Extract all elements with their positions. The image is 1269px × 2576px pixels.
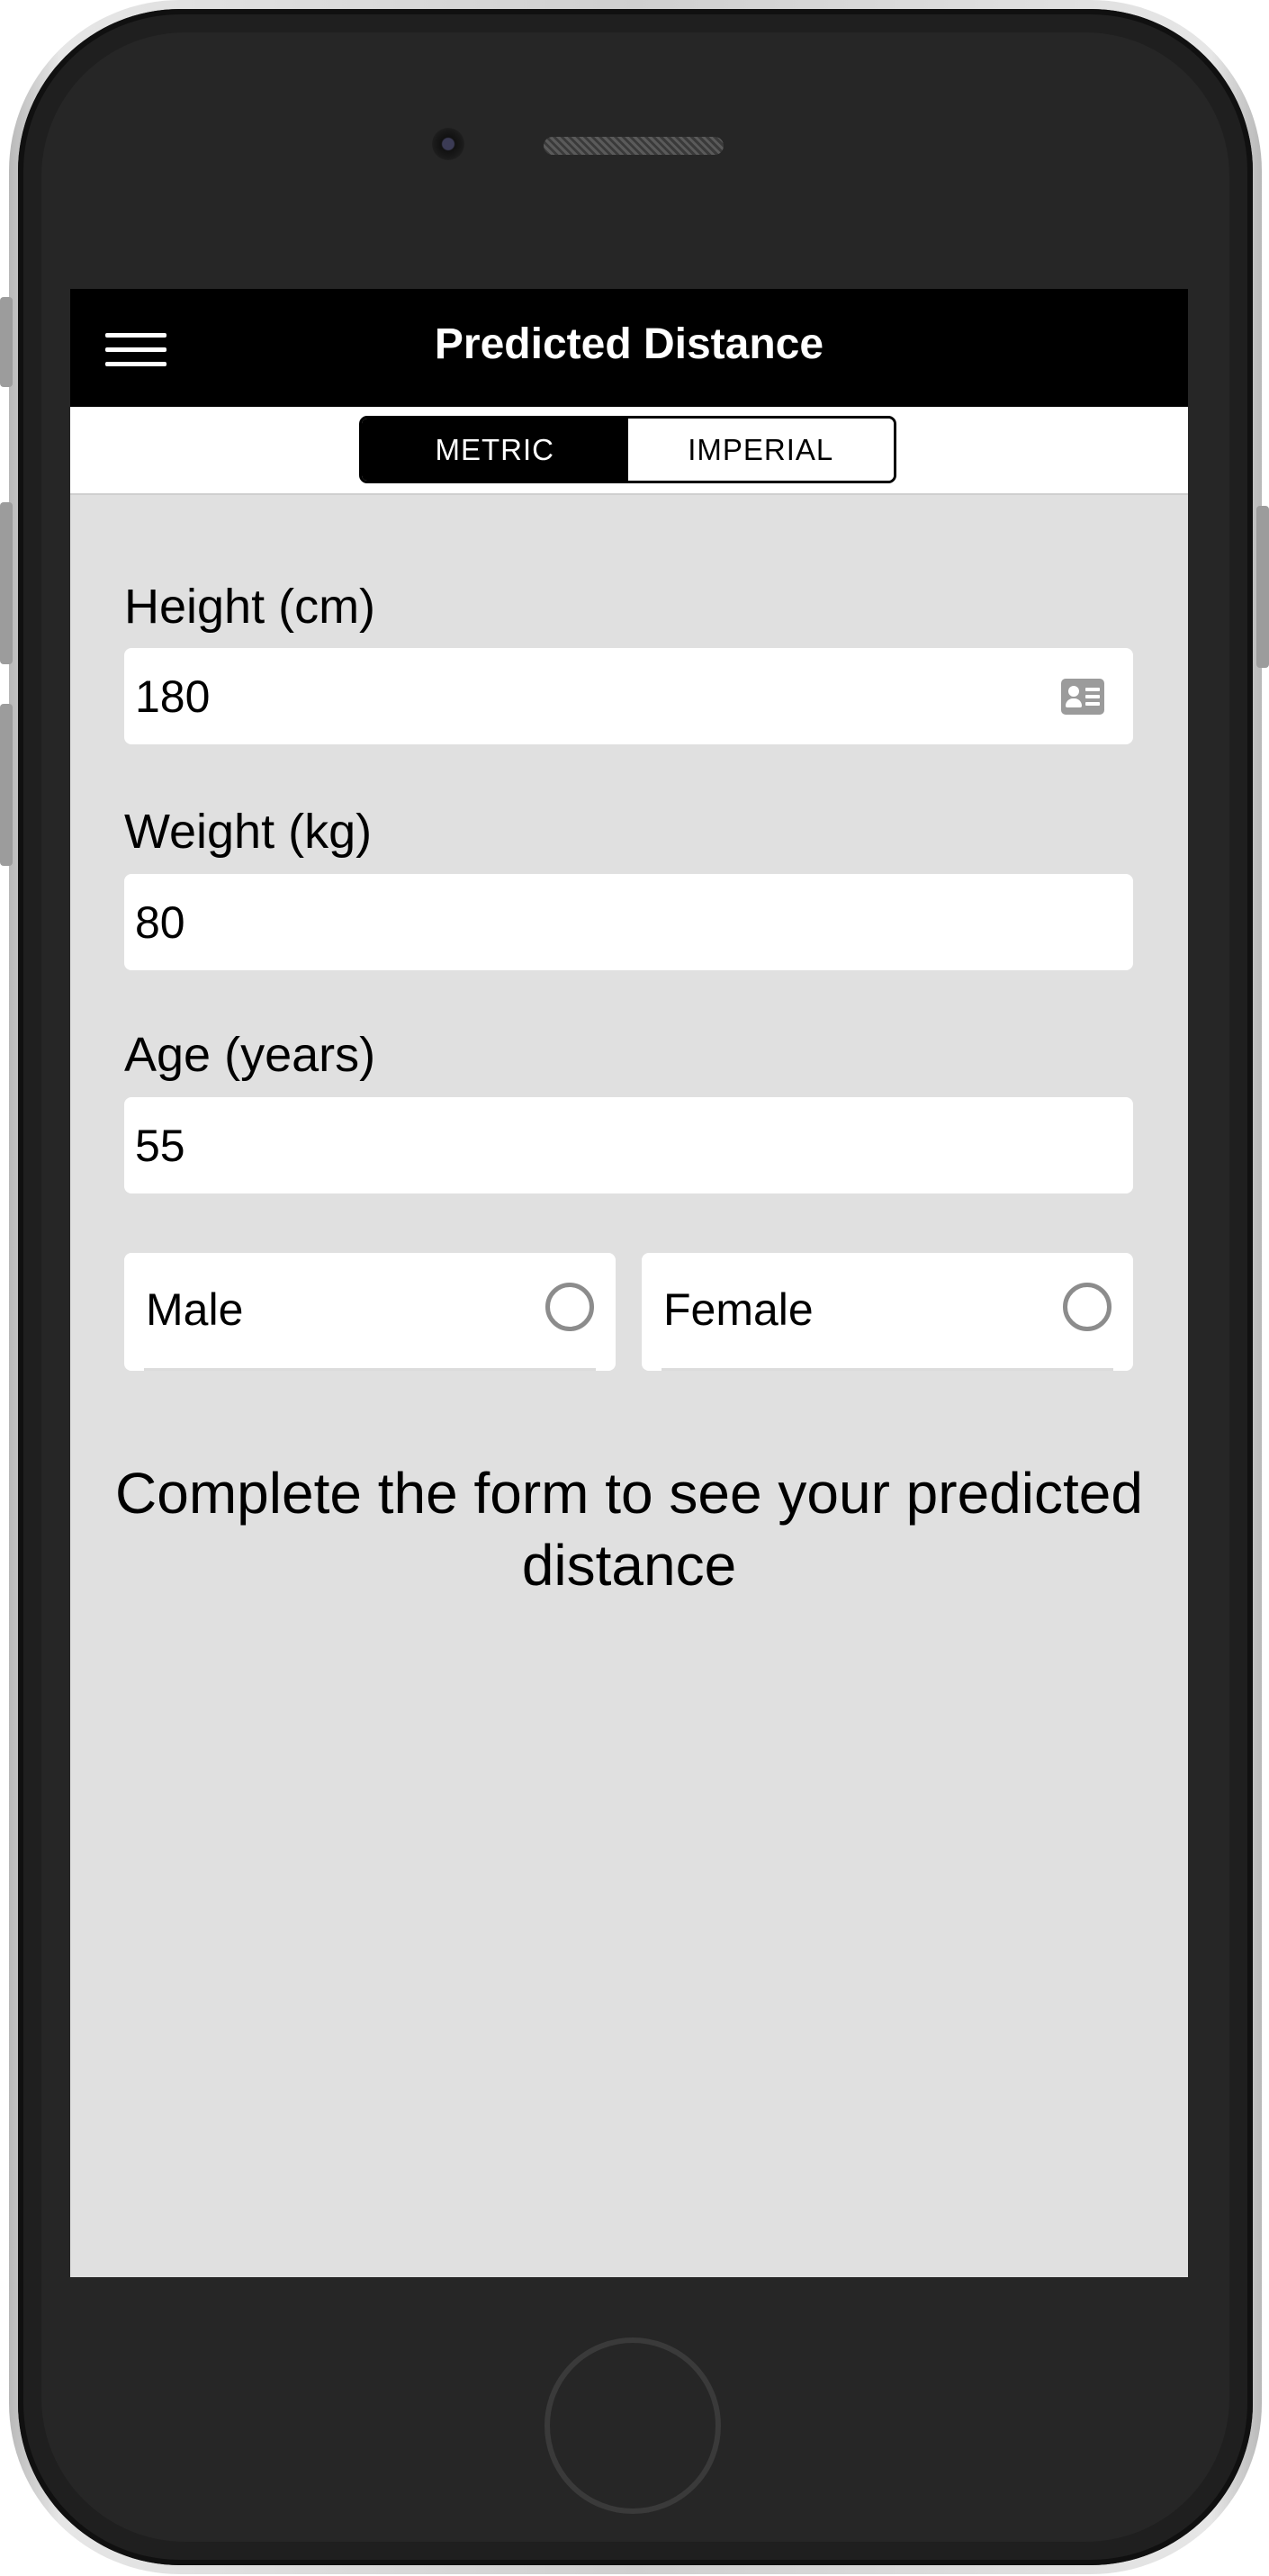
front-camera <box>432 128 464 160</box>
gender-label-female: Female <box>663 1284 814 1335</box>
weight-label: Weight (kg) <box>124 805 373 859</box>
result-message: Complete the form to see your predicted … <box>115 1461 1143 1598</box>
home-button[interactable] <box>544 2337 721 2514</box>
radio-female[interactable] <box>1063 1283 1112 1331</box>
units-toolbar: METRIC IMPERIAL <box>70 407 1188 495</box>
weight-value: 80 <box>135 896 185 948</box>
segment-metric[interactable]: METRIC <box>362 419 628 481</box>
age-value: 55 <box>135 1120 185 1171</box>
power-button <box>1256 506 1269 668</box>
segment-imperial[interactable]: IMPERIAL <box>627 419 894 481</box>
earpiece-speaker <box>544 137 724 155</box>
units-segmented-control: METRIC IMPERIAL <box>359 416 896 483</box>
height-input[interactable]: 180 <box>124 648 1133 744</box>
mute-switch <box>0 297 13 387</box>
radio-male[interactable] <box>545 1283 594 1331</box>
volume-up-button <box>0 502 13 664</box>
card-divider <box>662 1368 1113 1371</box>
app-screen: Predicted Distance METRIC IMPERIAL Heigh… <box>70 289 1188 2277</box>
gender-label-male: Male <box>146 1284 244 1335</box>
age-input[interactable]: 55 <box>124 1097 1133 1193</box>
navbar: Predicted Distance <box>70 289 1188 407</box>
card-divider <box>144 1368 596 1371</box>
height-label: Height (cm) <box>124 580 376 634</box>
gender-option-male[interactable]: Male <box>124 1253 616 1371</box>
volume-down-button <box>0 704 13 866</box>
weight-input[interactable]: 80 <box>124 874 1133 970</box>
height-value: 180 <box>135 671 211 722</box>
contact-card-icon[interactable] <box>1061 679 1104 715</box>
age-label: Age (years) <box>124 1028 376 1082</box>
page-title: Predicted Distance <box>434 320 824 368</box>
gender-option-female[interactable]: Female <box>642 1253 1133 1371</box>
